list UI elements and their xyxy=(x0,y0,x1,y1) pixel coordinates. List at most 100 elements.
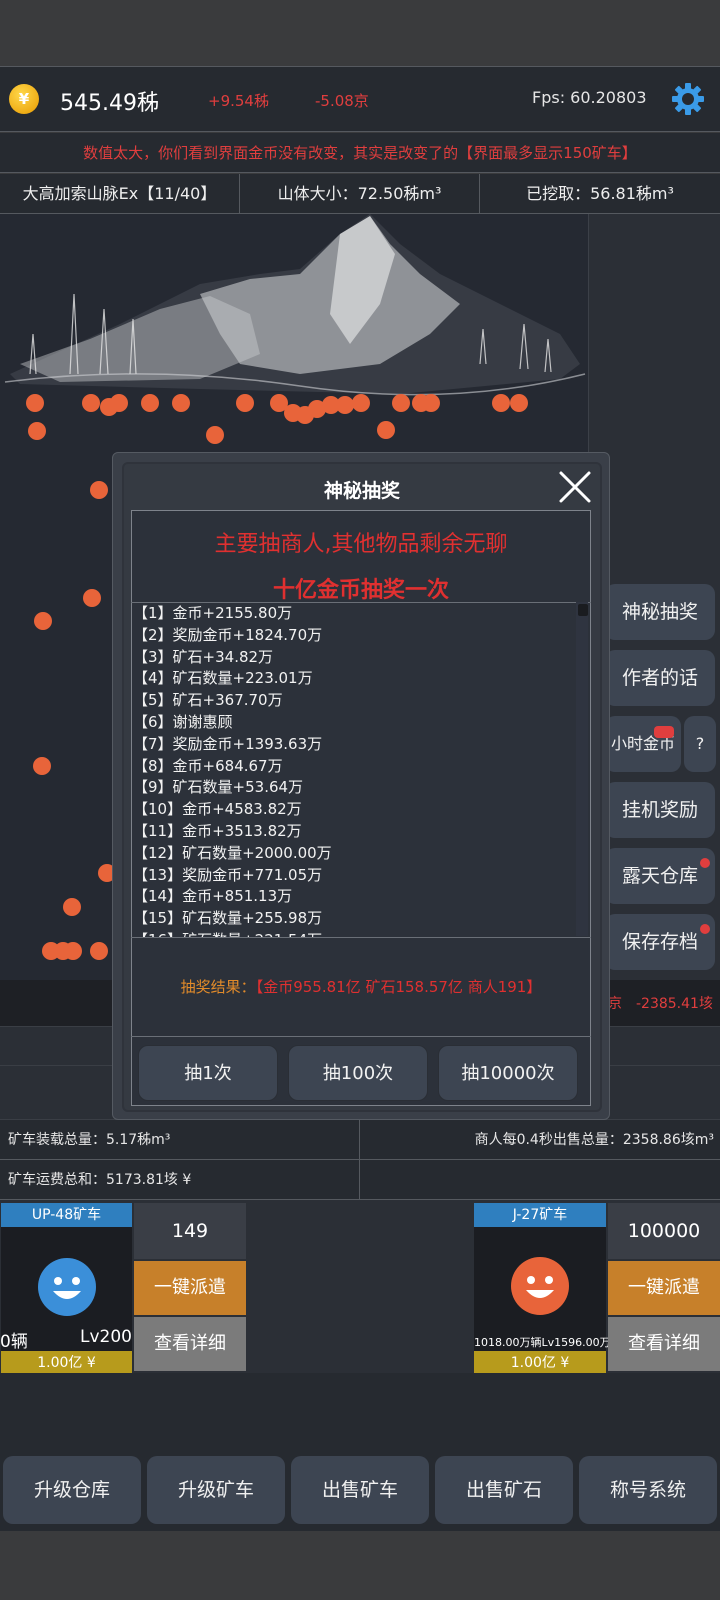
miner-icon xyxy=(422,394,440,412)
prize-list-item: 【8】金币+684.67万 xyxy=(133,756,283,775)
footer-bar xyxy=(0,1532,720,1600)
lottery-button[interactable]: 神秘抽奖 xyxy=(605,584,715,640)
top-bar: ¥ 545.49秭 +9.54秭 -5.08京 Fps: 60.20803 xyxy=(0,66,720,132)
prize-list-item: 【3】矿石+34.82万 xyxy=(133,647,274,666)
stats-panel: 矿车装载总量：5.17秭m³ 商人每0.4秒出售总量：2358.86垓m³ 矿车… xyxy=(0,1120,720,1200)
miner-icon xyxy=(141,394,159,412)
prize-list-item: 【13】奖励金币+771.05万 xyxy=(133,865,323,884)
cart-owned-level-right: 1018.00万辆Lv1596.00万 xyxy=(474,1336,611,1349)
prize-list[interactable]: 【1】金币+2155.80万【2】奖励金币+1824.70万 【3】矿石+34.8… xyxy=(131,602,591,938)
cart-name-right: J-27矿车 xyxy=(474,1203,606,1227)
modal-cost: 十亿金币抽奖一次 xyxy=(272,578,449,603)
hourly-coins-button[interactable]: 小时金币 xyxy=(605,716,681,772)
cart-level-left: Lv200 xyxy=(80,1327,132,1347)
idle-reward-button[interactable]: 挂机奖励 xyxy=(605,782,715,838)
miner-icon xyxy=(63,898,81,916)
miner-icon xyxy=(34,612,52,630)
miner-icon xyxy=(377,421,395,439)
miner-icon xyxy=(83,589,101,607)
prize-list-item: 【16】矿石数量+221.54万 xyxy=(133,930,573,937)
income-rate: +9.54秭 xyxy=(208,92,269,110)
miner-icon xyxy=(26,394,44,412)
miner-icon xyxy=(110,394,128,412)
jing-unit: 京 xyxy=(608,996,622,1012)
prize-list-item: 【7】奖励金币+1393.63万 xyxy=(133,734,323,753)
scrollbar-thumb[interactable] xyxy=(578,604,588,616)
title-system-button[interactable]: 称号系统 xyxy=(579,1456,717,1524)
miner-icon xyxy=(172,394,190,412)
dug-amount: 已挖取：56.81秭m³ xyxy=(526,184,674,203)
notification-badge xyxy=(700,858,710,868)
detail-button-left[interactable]: 查看详细 xyxy=(134,1317,246,1371)
coin-total: 545.49秭 xyxy=(60,91,159,116)
prize-list-item: 【14】金币+851.13万 xyxy=(133,887,293,906)
close-icon[interactable] xyxy=(558,470,592,504)
prize-list-item: 【15】矿石数量+255.98万 xyxy=(133,909,323,928)
miner-icon xyxy=(236,394,254,412)
draw-100-button[interactable]: 抽100次 xyxy=(288,1045,428,1101)
expense-rate: -5.08京 xyxy=(315,92,369,110)
prize-list-item: 【9】矿石数量+53.64万 xyxy=(133,778,304,797)
modal-title: 神秘抽奖 xyxy=(323,480,400,502)
prize-list-item: 【5】矿石+367.70万 xyxy=(133,691,283,710)
miner-icon xyxy=(64,942,82,960)
cart-count-right[interactable]: 100000 xyxy=(608,1203,720,1259)
result-value: 【金币955.81亿 矿石158.57亿 商人191】 xyxy=(255,978,542,996)
fps-readout: Fps: 60.20803 xyxy=(532,88,647,107)
miner-icon xyxy=(492,394,510,412)
miner-icon xyxy=(90,481,108,499)
miner-icon xyxy=(90,942,108,960)
prize-list-item: 【2】奖励金币+1824.70万 xyxy=(133,625,323,644)
notice-banner: 数值太大，你们看到界面金币没有改变，其实是改变了的【界面最多显示150矿车】 xyxy=(0,133,720,173)
miner-icon xyxy=(206,426,224,444)
cart-name-left: UP-48矿车 xyxy=(1,1203,132,1227)
negative-amount: -2385.41垓 xyxy=(636,996,713,1012)
app-root: ¥ 545.49秭 +9.54秭 -5.08京 Fps: 60.20803 数值… xyxy=(0,0,720,1600)
cart-owned-left: 0辆 xyxy=(0,1332,28,1352)
lottery-result: 抽奖结果：【金币955.81亿 矿石158.57亿 商人191】 xyxy=(131,976,591,997)
prize-list-item: 【1】金币+2155.80万 xyxy=(133,604,293,622)
stat-empty xyxy=(360,1160,720,1200)
scrollbar-track[interactable] xyxy=(576,602,588,936)
mountain-illustration xyxy=(4,214,586,396)
freight-total: 矿车运费总和：5173.81垓 ¥ xyxy=(0,1160,360,1200)
upgrade-storage-button[interactable]: 升级仓库 xyxy=(3,1456,141,1524)
miner-icon xyxy=(33,757,51,775)
miner-icon xyxy=(28,422,46,440)
save-button[interactable]: 保存存档 xyxy=(605,914,715,970)
notification-badge xyxy=(700,924,710,934)
load-total: 矿车装载总量：5.17秭m³ xyxy=(0,1120,360,1160)
cart-price-left: 1.00亿 ¥ xyxy=(1,1351,132,1375)
cart-count-left[interactable]: 149 xyxy=(134,1203,246,1259)
prize-list-items: 【1】金币+2155.80万【2】奖励金币+1824.70万 【3】矿石+34.8… xyxy=(133,603,573,937)
prize-list-item: 【4】矿石数量+223.01万 xyxy=(133,669,313,688)
merchant-sale-total: 商人每0.4秒出售总量：2358.86垓m³ xyxy=(360,1120,720,1160)
mountain-size: 山体大小：72.50秭m³ xyxy=(240,174,480,214)
help-button[interactable]: ? xyxy=(684,716,716,772)
miner-icon xyxy=(352,394,370,412)
mountain-info-bar: 大高加索山脉Ex【11/40】 山体大小：72.50秭m³ 已挖取：56.81秭… xyxy=(0,174,720,214)
detail-button-right[interactable]: 查看详细 xyxy=(608,1317,720,1371)
prize-list-item: 【11】金币+3513.82万 xyxy=(133,821,302,840)
cart-face-icon xyxy=(510,1256,570,1316)
miner-icon xyxy=(510,394,528,412)
cart-price-right: 1.00亿 ¥ xyxy=(474,1351,606,1375)
draw-10000-button[interactable]: 抽10000次 xyxy=(438,1045,578,1101)
prize-list-item: 【12】矿石数量+2000.00万 xyxy=(133,843,332,862)
dispatch-button-left[interactable]: 一键派遣 xyxy=(134,1261,246,1315)
storage-button[interactable]: 露天仓库 xyxy=(605,848,715,904)
prize-list-item: 【10】金币+4583.82万 xyxy=(133,800,302,819)
modal-subtitle: 主要抽商人,其他物品剩余无聊 xyxy=(214,532,508,557)
sell-cart-button[interactable]: 出售矿车 xyxy=(291,1456,429,1524)
dispatch-button-right[interactable]: 一键派遣 xyxy=(608,1261,720,1315)
sell-ore-button[interactable]: 出售矿石 xyxy=(435,1456,573,1524)
settings-gear-icon[interactable] xyxy=(670,81,706,117)
upgrade-cart-button[interactable]: 升级矿车 xyxy=(147,1456,285,1524)
author-words-button[interactable]: 作者的话 xyxy=(605,650,715,706)
result-label: 抽奖结果： xyxy=(180,978,256,996)
draw-once-button[interactable]: 抽1次 xyxy=(138,1045,278,1101)
notification-badge xyxy=(654,726,674,738)
miner-icon xyxy=(82,394,100,412)
mountain-name: 大高加索山脉Ex【11/40】 xyxy=(0,174,240,214)
coin-icon: ¥ xyxy=(9,84,39,114)
